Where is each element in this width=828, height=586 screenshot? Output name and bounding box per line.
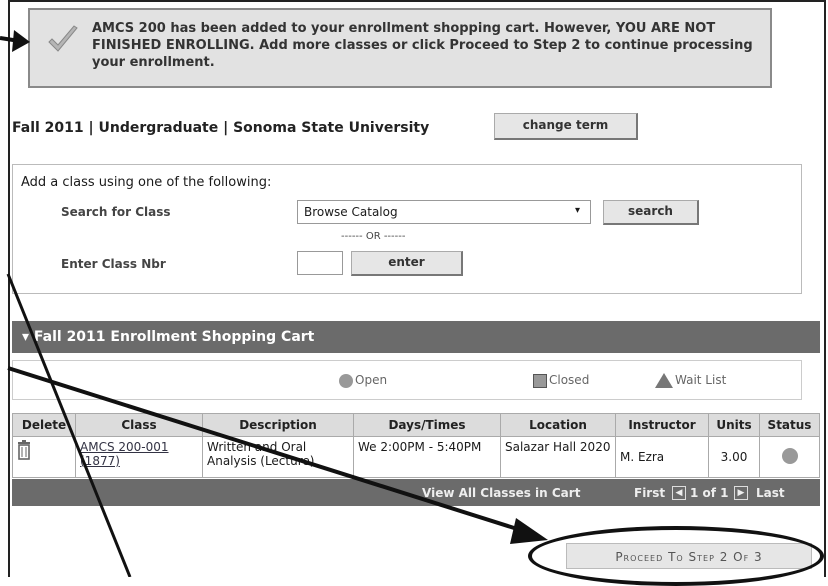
annotation-overlay [0,30,548,577]
pointer-line-left [6,273,132,577]
pointer-arrowhead-left [12,30,30,52]
pointer-arrowhead-proceed [510,518,548,544]
pointer-line-diagonal [7,366,531,535]
